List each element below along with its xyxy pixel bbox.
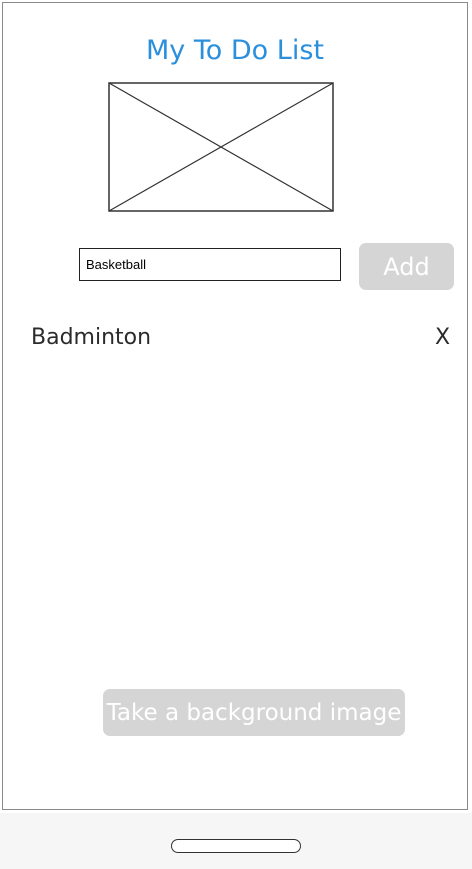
page-title: My To Do List [146,35,324,66]
home-indicator[interactable] [171,839,301,853]
todo-input[interactable] [79,248,341,281]
add-button[interactable]: Add [359,243,454,290]
app-screen: My To Do List Add Badminton X Take a bac… [2,2,468,810]
delete-button[interactable]: X [435,325,450,350]
list-item: Badminton X [3,323,471,357]
take-background-image-button[interactable]: Take a background image [103,689,405,736]
todo-label: Badminton [31,325,152,350]
system-nav-bar [0,813,472,869]
image-placeholder-icon [108,82,334,212]
